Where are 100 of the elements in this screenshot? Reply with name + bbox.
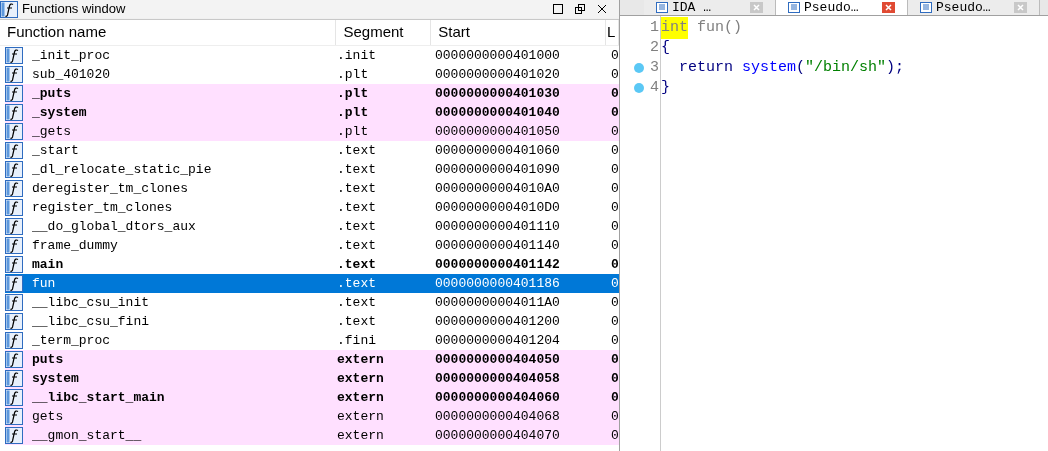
column-cell-text: 0	[611, 160, 619, 179]
function-name: _puts	[32, 84, 72, 103]
function-name: main	[32, 255, 65, 274]
editor-tab[interactable]: Pseudo…	[776, 0, 908, 15]
function-row[interactable]: puts extern 0000000000404050 0	[5, 350, 619, 369]
column-cell-text: 0	[611, 255, 619, 274]
line-number: 4	[650, 77, 659, 98]
segment-cell-text: .plt	[337, 65, 370, 84]
column-cell-text: 0	[611, 217, 619, 236]
segment-cell-text: .text	[337, 217, 377, 236]
segment-cell-text: extern	[337, 350, 385, 369]
start-cell-text: 0000000000401204	[435, 331, 561, 350]
window-title: Functions window	[22, 1, 126, 17]
function-row[interactable]: _start .text 0000000000401060 0	[5, 141, 619, 160]
function-icon	[5, 161, 23, 178]
segment-cell-text: .text	[337, 274, 377, 293]
function-row[interactable]: _gets .plt 0000000000401050 0	[5, 122, 619, 141]
function-icon	[5, 237, 23, 254]
segment-cell-text: .init	[337, 46, 377, 65]
column-header[interactable]: Start	[431, 20, 607, 45]
column-cell-text: 0	[611, 407, 619, 426]
column-cell-text: 0	[611, 122, 619, 141]
function-icon	[5, 351, 23, 368]
segment-cell-text: .text	[337, 293, 377, 312]
function-row[interactable]: main .text 0000000000401142 0	[5, 255, 619, 274]
restore-icon[interactable]	[553, 4, 563, 14]
segment-cell-text: .plt	[337, 122, 370, 141]
segment-cell-text: .text	[337, 255, 377, 274]
function-row[interactable]: deregister_tm_clones .text 00000000004010A0 0	[5, 179, 619, 198]
segment-cell-text: extern	[337, 388, 385, 407]
column-cell-text: 0	[611, 65, 619, 84]
code-line: int fun()	[661, 18, 1048, 38]
float-icon[interactable]	[575, 4, 585, 14]
function-name: _dl_relocate_static_pie	[32, 160, 213, 179]
segment-cell-text: .text	[337, 198, 377, 217]
function-row[interactable]: sub_401020 .plt 0000000000401020 0	[5, 65, 619, 84]
column-header[interactable]: L	[606, 20, 619, 45]
function-row[interactable]: system extern 0000000000404058 0	[5, 369, 619, 388]
start-cell-text: 0000000000401060	[435, 141, 561, 160]
column-cell-text: 0	[611, 331, 619, 350]
function-icon	[5, 332, 23, 349]
column-cell-text: 0	[611, 236, 619, 255]
segment-cell-text: .text	[337, 179, 377, 198]
function-icon	[5, 85, 23, 102]
function-name: frame_dummy	[32, 236, 119, 255]
close-icon[interactable]	[597, 4, 607, 14]
function-row[interactable]: gets extern 0000000000404068 0	[5, 407, 619, 426]
function-icon	[5, 294, 23, 311]
function-row[interactable]: __do_global_dtors_aux .text 0000000000401110 0	[5, 217, 619, 236]
function-name: sub_401020	[32, 65, 111, 84]
function-name: __libc_start_main	[32, 388, 166, 407]
function-row[interactable]: __gmon_start__ extern 0000000000404070 0	[5, 426, 619, 445]
function-row[interactable]: _init_proc .init 0000000000401000 0	[5, 46, 619, 65]
segment-cell-text: extern	[337, 407, 385, 426]
start-cell-text: 0000000000404050	[435, 350, 561, 369]
function-name: gets	[32, 407, 65, 426]
start-cell-text: 0000000000401090	[435, 160, 561, 179]
function-row[interactable]: _system .plt 0000000000401040 0	[5, 103, 619, 122]
function-row[interactable]: frame_dummy .text 0000000000401140 0	[5, 236, 619, 255]
column-cell-text: 0	[611, 179, 619, 198]
function-row[interactable]: __libc_csu_init .text 00000000004011A0 0	[5, 293, 619, 312]
start-cell-text: 00000000004010D0	[435, 198, 561, 217]
function-icon	[5, 180, 23, 197]
segment-cell-text: .text	[337, 160, 377, 179]
column-cell-text: 0	[611, 426, 619, 445]
column-cell-text: 0	[611, 274, 619, 293]
column-cell-text: 0	[611, 312, 619, 331]
function-name: _term_proc	[32, 331, 111, 350]
column-cell-text: 0	[611, 388, 619, 407]
editor-tab[interactable]: Pseudo…	[908, 0, 1040, 15]
function-row[interactable]: __libc_csu_fini .text 0000000000401200 0	[5, 312, 619, 331]
column-cell-text: 0	[611, 369, 619, 388]
document-icon	[920, 2, 932, 13]
start-cell-text: 00000000004011A0	[435, 293, 561, 312]
column-cell-text: 0	[611, 84, 619, 103]
column-cell-text: 0	[611, 141, 619, 160]
start-cell-text: 0000000000404060	[435, 388, 561, 407]
document-icon	[656, 2, 668, 13]
function-row[interactable]: _puts .plt 0000000000401030 0	[5, 84, 619, 103]
function-row[interactable]: _dl_relocate_static_pie .text 0000000000401090 0	[5, 160, 619, 179]
start-cell-text: 0000000000404068	[435, 407, 561, 426]
function-row[interactable]: __libc_start_main extern 0000000000404060 0	[5, 388, 619, 407]
function-icon	[5, 199, 23, 216]
start-cell-text: 0000000000404058	[435, 369, 561, 388]
editor-tab[interactable]: IDA …	[644, 0, 776, 15]
function-icon	[5, 389, 23, 406]
column-header[interactable]: Segment	[336, 20, 432, 45]
function-name: __libc_csu_fini	[32, 312, 151, 331]
function-row[interactable]: fun .text 0000000000401186 0	[5, 274, 619, 293]
function-icon	[5, 66, 23, 83]
start-cell-text: 0000000000401186	[435, 274, 561, 293]
function-name: __libc_csu_init	[32, 293, 151, 312]
start-cell-text: 0000000000401142	[435, 255, 561, 274]
function-row[interactable]: _term_proc .fini 0000000000401204 0	[5, 331, 619, 350]
function-row[interactable]: register_tm_clones .text 00000000004010D0 0	[5, 198, 619, 217]
code-line: return system("/bin/sh");	[678, 58, 906, 78]
column-cell-text: 0	[611, 350, 619, 369]
column-cell-text: 0	[611, 103, 619, 122]
column-header[interactable]: Function name	[0, 20, 337, 45]
segment-cell-text: .text	[337, 312, 377, 331]
